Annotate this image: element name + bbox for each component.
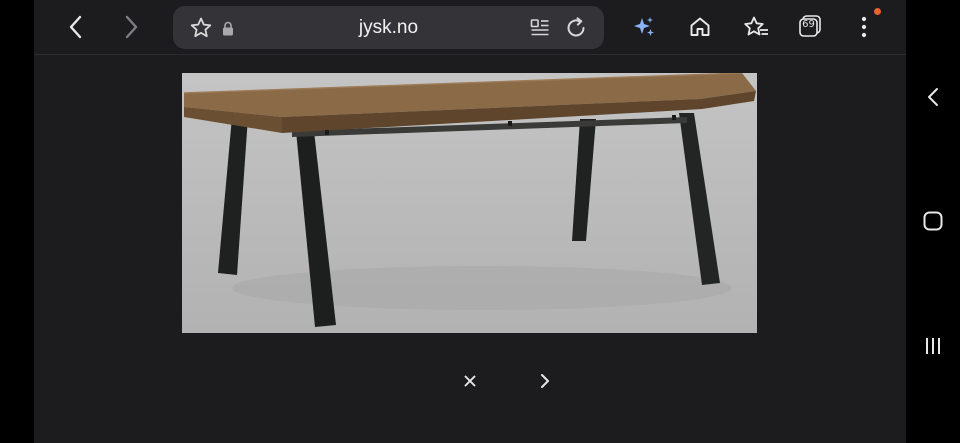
ai-assistant-button[interactable]	[630, 13, 658, 41]
ai-sparkle-icon	[634, 17, 654, 36]
close-gallery-button[interactable]	[458, 369, 482, 393]
dining-table-illustration	[183, 73, 756, 327]
back-button[interactable]	[62, 14, 88, 40]
gallery-view	[34, 55, 906, 443]
notification-dot	[874, 8, 881, 15]
next-image-button[interactable]	[533, 369, 557, 393]
reader-mode-icon	[530, 19, 549, 36]
product-image[interactable]	[182, 73, 757, 333]
reader-mode-button[interactable]	[527, 15, 553, 41]
more-menu-button[interactable]	[850, 13, 878, 41]
tabs-button[interactable]: 69	[796, 13, 824, 41]
browser-window: jysk.no 69	[34, 0, 906, 443]
tab-count: 69	[802, 19, 815, 30]
reload-button[interactable]	[562, 14, 590, 42]
home-icon	[690, 17, 710, 36]
nav-recents-icon	[926, 338, 940, 354]
back-icon	[69, 15, 82, 39]
nav-back-button[interactable]	[920, 84, 946, 110]
next-icon	[541, 374, 549, 388]
forward-icon	[125, 15, 138, 39]
address-bar[interactable]: jysk.no	[173, 6, 604, 49]
more-icon	[861, 16, 867, 38]
close-icon	[464, 375, 476, 387]
browser-toolbar: jysk.no 69	[34, 0, 906, 55]
nav-recents-button[interactable]	[920, 333, 946, 359]
reload-icon	[567, 17, 585, 37]
bookmarks-button[interactable]	[742, 13, 770, 41]
forward-button[interactable]	[119, 14, 145, 40]
nav-home-button[interactable]	[920, 208, 946, 234]
system-navigation-bar	[906, 0, 960, 443]
bookmarks-icon	[744, 16, 768, 36]
nav-back-icon	[928, 88, 938, 106]
nav-home-icon	[923, 211, 943, 231]
home-button[interactable]	[686, 13, 714, 41]
